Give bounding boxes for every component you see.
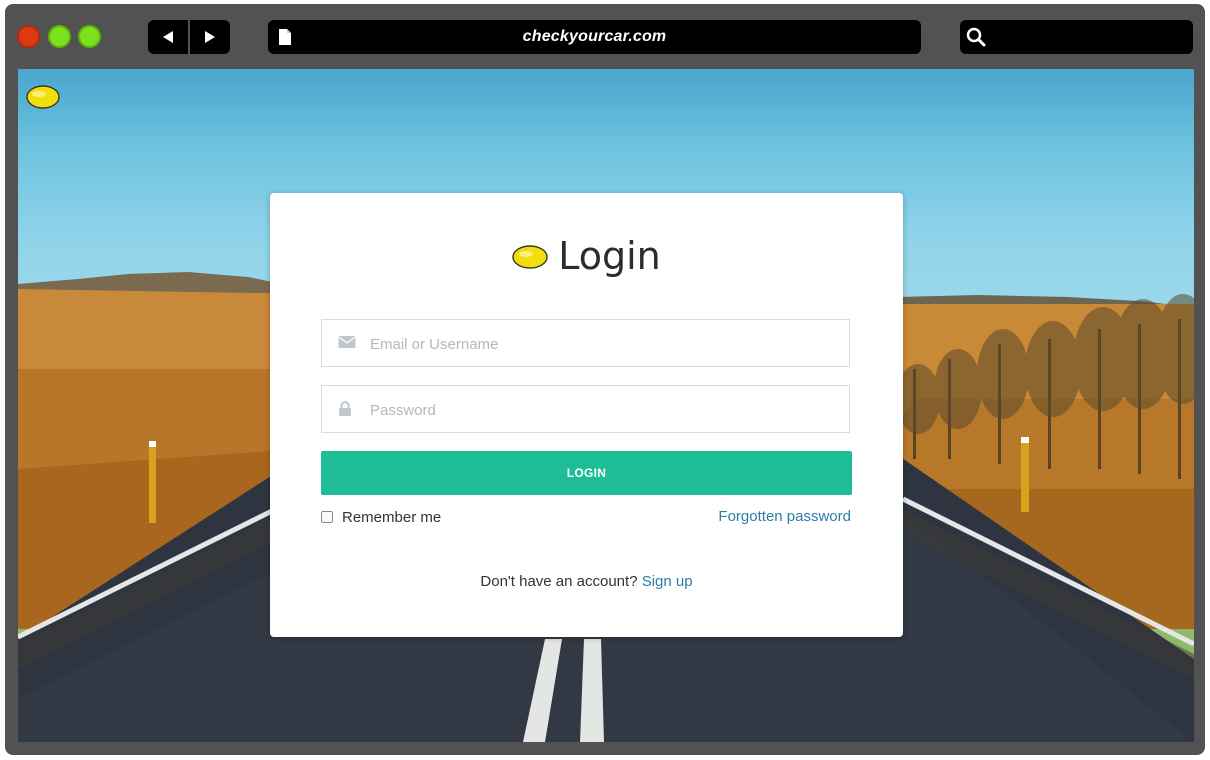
lock-icon <box>339 401 351 416</box>
forward-button[interactable] <box>190 20 230 54</box>
lemon-icon[interactable] <box>26 83 62 111</box>
minimize-window-button[interactable] <box>48 25 71 48</box>
email-field[interactable] <box>321 319 850 368</box>
remember-me-checkbox[interactable] <box>321 511 333 523</box>
password-field[interactable] <box>321 385 850 434</box>
login-card: Login LOGIN Remember me <box>270 193 903 637</box>
back-button[interactable] <box>148 20 190 54</box>
back-arrow-icon <box>163 31 173 43</box>
email-input[interactable] <box>368 320 842 368</box>
forgotten-password-link[interactable]: Forgotten password <box>718 507 851 527</box>
url-text[interactable]: checkyourcar.com <box>268 20 921 54</box>
login-button[interactable]: LOGIN <box>321 451 852 495</box>
lemon-icon <box>512 245 548 269</box>
login-title: Login <box>558 234 661 278</box>
signup-prompt: Don't have an account? Sign up <box>270 573 903 590</box>
remember-me[interactable]: Remember me <box>321 507 441 527</box>
envelope-icon <box>338 336 356 348</box>
address-bar[interactable]: checkyourcar.com <box>268 20 921 54</box>
page-viewport: Login LOGIN Remember me <box>18 69 1194 742</box>
maximize-window-button[interactable] <box>78 25 101 48</box>
remember-me-label[interactable]: Remember me <box>342 509 441 526</box>
browser-window: checkyourcar.com Login Email or Username… <box>5 4 1205 755</box>
signup-link[interactable]: Sign up <box>642 573 693 590</box>
search-icon <box>966 27 986 47</box>
close-window-button[interactable] <box>17 25 40 48</box>
navigation-buttons <box>148 20 230 54</box>
signup-prompt-text: Don't have an account? <box>480 573 638 590</box>
login-heading: Login <box>270 231 903 281</box>
browser-search-bar[interactable] <box>960 20 1193 54</box>
forward-arrow-icon <box>205 31 215 43</box>
password-input[interactable] <box>368 386 842 434</box>
